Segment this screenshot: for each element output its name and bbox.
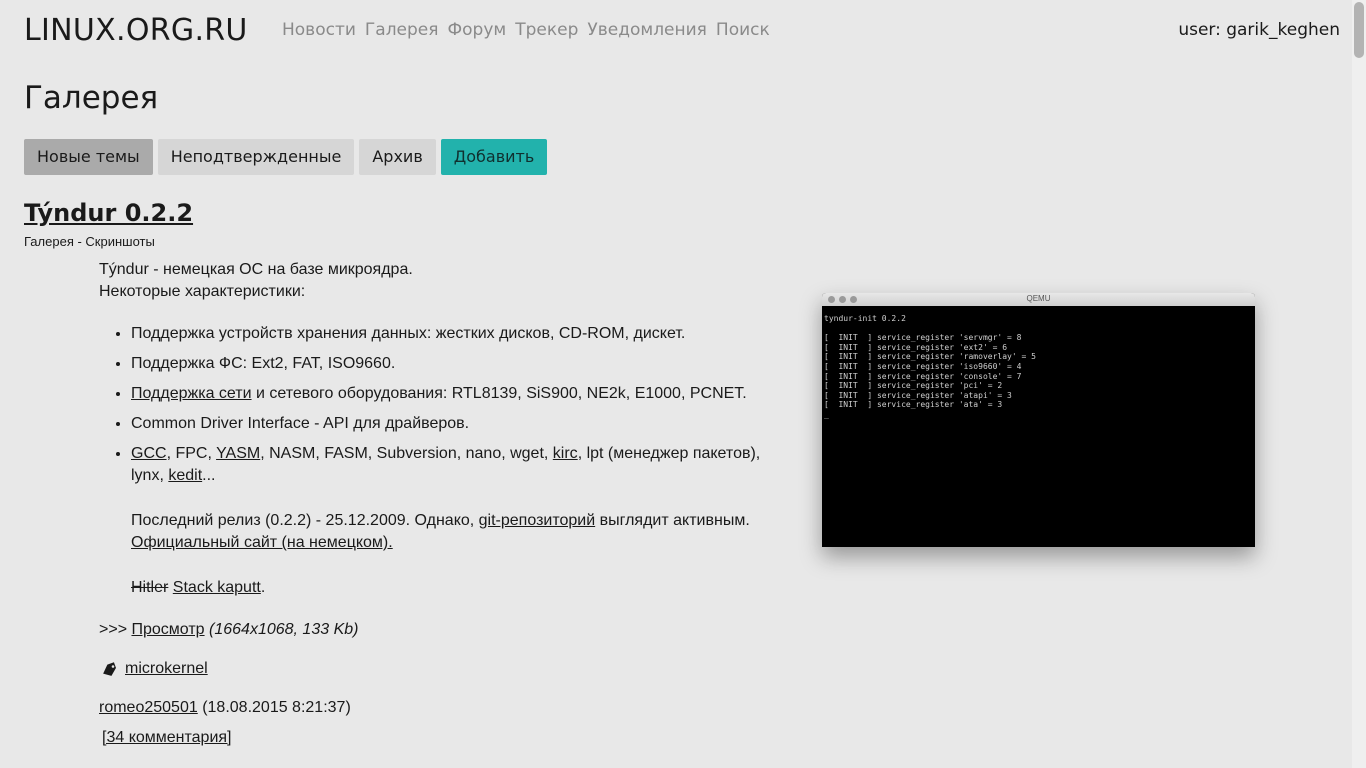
tag-line: microkernel — [101, 660, 208, 678]
list-item-text: ... — [202, 467, 216, 484]
tag-microkernel-link[interactable]: microkernel — [125, 660, 208, 678]
kedit-link[interactable]: kedit — [168, 467, 202, 484]
terminal-line: [ INIT ] service_register 'iso9660' = 4 — [824, 361, 1022, 371]
terminal-line: [ INIT ] service_register 'ata' = 3 — [824, 400, 1003, 410]
network-support-link[interactable]: Поддержка сети — [131, 385, 252, 402]
page-title: Галерея — [24, 80, 159, 116]
terminal-line: [ INIT ] service_register 'servmgr' = 8 — [824, 333, 1022, 343]
scrollbar-thumb[interactable] — [1354, 2, 1364, 58]
list-item: GCC, FPC, YASM, NASM, FASM, Subversion, … — [131, 443, 769, 599]
yasm-link[interactable]: YASM — [216, 445, 260, 462]
site-logo[interactable]: LINUX.ORG.RU — [24, 13, 248, 48]
gcc-link[interactable]: GCC — [131, 445, 167, 462]
page-scrollbar[interactable] — [1352, 0, 1366, 768]
post-date: (18.08.2015 8:21:37) — [202, 699, 351, 716]
add-button[interactable]: Добавить — [440, 139, 548, 175]
list-item: Поддержка устройств хранения данных: жес… — [131, 323, 769, 345]
author-link[interactable]: romeo250501 — [99, 699, 198, 716]
git-repo-link[interactable]: git-репозиторий — [479, 512, 596, 529]
terminal-line: [ INIT ] service_register 'pci' = 2 — [824, 381, 1003, 391]
list-item: Поддержка сети и сетевого оборудования: … — [131, 383, 769, 405]
list-item-text: , FPC, — [166, 445, 217, 462]
view-prefix: >>> — [99, 621, 132, 638]
terminal-line: tyndur-init 0.2.2 — [824, 314, 906, 323]
terminal-line: [ INIT ] service_register 'ramoverlay' =… — [824, 352, 1036, 362]
nav-gallery[interactable]: Галерея — [365, 20, 439, 40]
qemu-titlebar: QEMU — [822, 293, 1255, 306]
nav-tracker[interactable]: Трекер — [515, 20, 578, 40]
image-info: (1664x1068, 133 Kb) — [209, 621, 359, 638]
release-text: Последний релиз (0.2.2) - 25.12.2009. Од… — [131, 512, 479, 529]
nav-search[interactable]: Поиск — [716, 20, 770, 40]
official-site-link[interactable]: Официальный сайт (на немецком). — [131, 534, 393, 551]
list-item: Поддержка ФС: Ext2, FAT, ISO9660. — [131, 353, 769, 375]
author-line: romeo250501 (18.08.2015 8:21:37) — [99, 699, 351, 717]
nav-forum[interactable]: Форум — [448, 20, 507, 40]
terminal-line: [ INIT ] service_register 'atapi' = 3 — [824, 390, 1012, 400]
tab-unconfirmed[interactable]: Неподтвержденные — [157, 139, 355, 175]
list-item-text: , NASM, FASM, Subversion, nano, wget, — [260, 445, 553, 462]
terminal-line: [ INIT ] service_register 'console' = 7 — [824, 371, 1022, 381]
terminal-line: _ — [824, 409, 829, 419]
list-item-text: и сетевого оборудования: RTL8139, SiS900… — [251, 385, 747, 402]
gallery-tabs: Новые темы Неподтвержденные Архив Добави… — [24, 139, 552, 175]
intro-line: Týndur - немецкая ОС на базе микроядра. — [99, 261, 413, 278]
user-label[interactable]: user: garik_keghen — [1178, 20, 1340, 40]
terminal-line: [ INIT ] service_register 'ext2' = 6 — [824, 342, 1008, 352]
post-body: Týndur - немецкая ОС на базе микроядра. … — [99, 259, 769, 607]
nav-notifications[interactable]: Уведомления — [587, 20, 707, 40]
tab-new-topics[interactable]: Новые темы — [24, 139, 153, 175]
comments-link[interactable]: [34 комментария] — [102, 729, 232, 747]
screenshot-image[interactable]: QEMU tyndur-init 0.2.2 [ INIT ] service_… — [822, 293, 1255, 547]
punctuation: . — [260, 579, 266, 596]
strikethrough-text: Hitler — [131, 579, 169, 596]
post-title-link[interactable]: Týndur 0.2.2 — [24, 199, 193, 227]
post-group: Галерея - Скриншоты — [24, 234, 155, 249]
view-line: >>> Просмотр (1664x1068, 133 Kb) — [99, 621, 358, 639]
release-tail: выглядит активным. — [595, 512, 750, 529]
nav-news[interactable]: Новости — [282, 20, 356, 40]
tag-icon — [103, 662, 116, 676]
qemu-title: QEMU — [1026, 294, 1051, 303]
view-image-link[interactable]: Просмотр — [131, 621, 204, 638]
list-item: Common Driver Interface - API для драйве… — [131, 413, 769, 435]
main-nav: Новости Галерея Форум Трекер Уведомления… — [282, 20, 779, 40]
intro-line: Некоторые характеристики: — [99, 283, 306, 300]
stack-kaputt-link[interactable]: Stack kaputt — [173, 579, 261, 596]
features-list: Поддержка устройств хранения данных: жес… — [99, 323, 769, 599]
tab-archive[interactable]: Архив — [359, 139, 436, 175]
kirc-link[interactable]: kirc — [553, 445, 578, 462]
terminal-output: tyndur-init 0.2.2 [ INIT ] service_regis… — [822, 306, 1255, 420]
